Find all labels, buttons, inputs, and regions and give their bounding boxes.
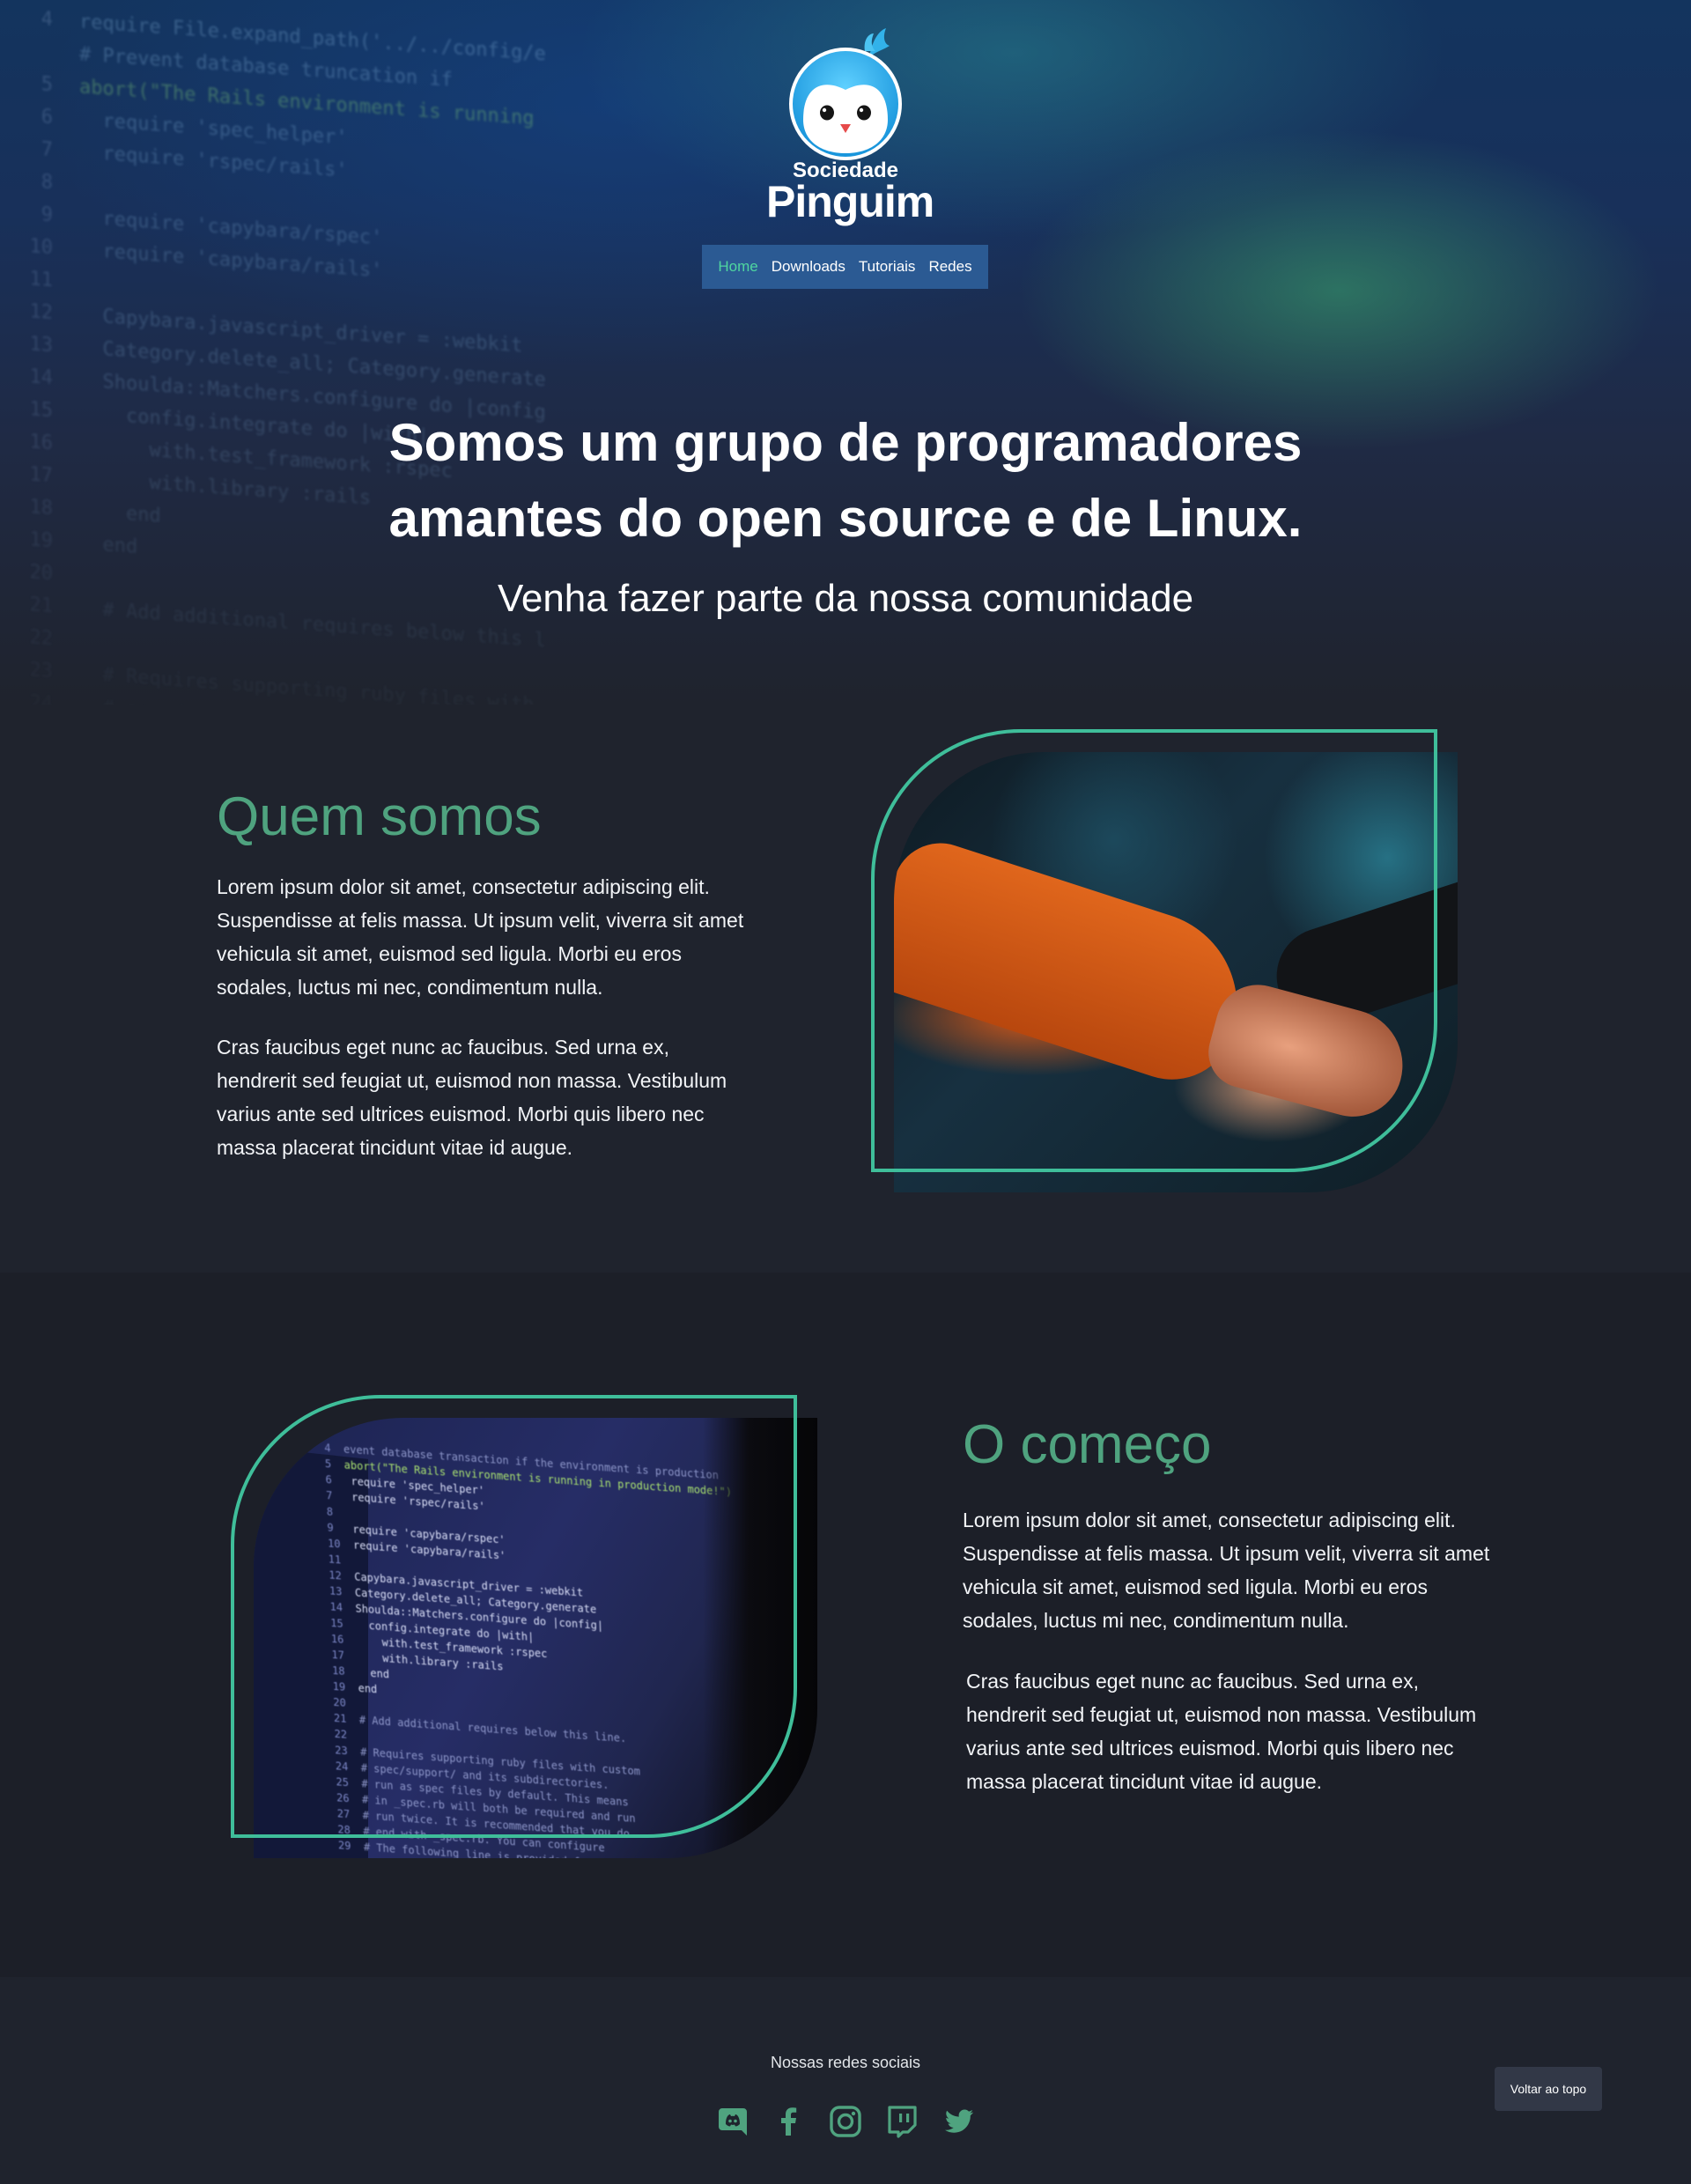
nav-item-home[interactable]: Home [718, 258, 757, 276]
twitch-link[interactable] [884, 2104, 919, 2139]
instagram-icon [830, 2106, 861, 2137]
twitch-icon [888, 2106, 917, 2138]
nav-item-downloads[interactable]: Downloads [772, 258, 846, 276]
beginning-title: O começo [963, 1414, 1212, 1475]
hero-title-line2: amantes do open source e de Linux. [388, 489, 1303, 548]
instagram-link[interactable] [828, 2104, 863, 2139]
twitter-icon [945, 2109, 973, 2133]
footer-title: Nossas redes sociais [770, 2054, 921, 2071]
nav-item-redes[interactable]: Redes [928, 258, 971, 276]
beginning-photo-outline [231, 1395, 797, 1838]
hero-title-line1: Somos um grupo de programadores [388, 413, 1303, 472]
beginning-section: 4 event database transaction if the envi… [0, 1273, 1691, 1977]
social-links [715, 2100, 976, 2143]
discord-link[interactable] [715, 2104, 750, 2139]
logo-text-big: Pinguim [766, 177, 934, 226]
penguin-logo-icon [789, 28, 902, 160]
logo[interactable]: Sociedade Pinguim [766, 25, 934, 227]
about-section: Quem somos Lorem ipsum dolor sit amet, c… [0, 705, 1691, 1273]
hero-title: Somos um grupo de programadores amantes … [317, 405, 1374, 557]
main-nav: Home Downloads Tutoriais Redes [702, 245, 988, 289]
nav-item-tutoriais[interactable]: Tutoriais [859, 258, 916, 276]
discord-icon [719, 2108, 747, 2136]
facebook-icon [781, 2107, 797, 2136]
beginning-paragraph-1: Lorem ipsum dolor sit amet, consectetur … [963, 1509, 1490, 1632]
hero-subtitle: Venha fazer parte da nossa comunidade [497, 577, 1194, 620]
twitter-link[interactable] [941, 2104, 976, 2139]
hero-section: 4 require File.expand_path('../../config/… [0, 0, 1691, 705]
footer: Nossas redes sociais [0, 1977, 1691, 2184]
facebook-link[interactable] [772, 2104, 807, 2139]
beginning-paragraph-2: Cras faucibus eget nunc ac faucibus. Sed… [966, 1670, 1477, 1793]
about-title: Quem somos [217, 786, 542, 847]
about-photo-outline [871, 729, 1437, 1172]
about-paragraph-1: Lorem ipsum dolor sit amet, consectetur … [217, 875, 744, 999]
about-paragraph-2: Cras faucibus eget nunc ac faucibus. Sed… [217, 1036, 727, 1159]
back-to-top-button[interactable]: Voltar ao topo [1495, 2067, 1602, 2111]
